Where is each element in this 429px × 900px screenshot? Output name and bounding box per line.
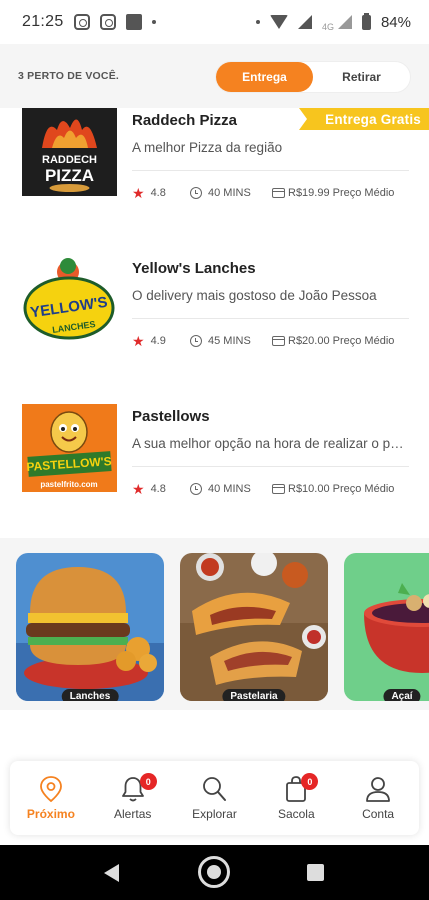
star-icon: ★ xyxy=(132,333,145,349)
restaurant-description: A melhor Pizza da região xyxy=(132,140,283,155)
bottom-navigation: Próximo 0 Alertas Explorar 0 Sacola Cont… xyxy=(10,761,419,835)
instagram-icon xyxy=(99,14,116,30)
category-label: Pastelaria xyxy=(222,689,286,701)
category-label: Açaí xyxy=(383,689,421,701)
search-icon xyxy=(203,777,227,801)
network-type: 4G xyxy=(321,22,334,32)
average-price: R$10.00 Preço Médio xyxy=(288,483,395,495)
restaurant-card[interactable]: PASTELLOW'S pastelfrito.com Pastellows A… xyxy=(0,404,429,504)
wallet-icon xyxy=(272,188,285,198)
category-carousel[interactable]: Lanches Pastelaria Açaí xyxy=(0,538,429,710)
status-bar: 21:25 4G 84% xyxy=(0,0,429,44)
logo-text: pastelfrito.com xyxy=(40,480,97,489)
logo-text: RADDECH xyxy=(42,154,97,166)
category-lanches[interactable]: Lanches xyxy=(16,553,164,701)
restaurant-name: Raddech Pizza xyxy=(132,112,238,129)
wifi-icon xyxy=(269,15,288,29)
wallet-icon xyxy=(272,336,285,346)
restaurant-name: Yellow's Lanches xyxy=(132,260,256,277)
nav-label: Explorar xyxy=(192,807,237,821)
category-label: Lanches xyxy=(61,689,119,701)
restaurant-logo: YELLOW'S LANCHES xyxy=(22,256,117,344)
delivery-mode-toggle[interactable]: Entrega Retirar xyxy=(215,61,411,93)
status-time: 21:25 xyxy=(22,13,64,30)
category-pastelaria[interactable]: Pastelaria xyxy=(180,553,328,701)
free-delivery-badge: Entrega Gratis xyxy=(299,108,429,130)
nav-label: Próximo xyxy=(26,807,75,821)
clock-icon xyxy=(190,335,202,347)
rating: 4.8 xyxy=(150,483,166,495)
system-navigation-bar xyxy=(0,845,429,900)
nav-alertas[interactable]: 0 Alertas xyxy=(92,761,174,835)
battery-percent: 84% xyxy=(380,13,411,31)
location-pin-icon xyxy=(39,776,62,803)
restaurant-meta: ★ 4.9 45 MINS R$20.00 Preço Médio xyxy=(132,334,422,348)
wallet-icon xyxy=(272,484,285,494)
nav-proximo[interactable]: Próximo xyxy=(10,761,92,835)
restaurant-description: O delivery mais gostoso de João Pessoa xyxy=(132,288,377,303)
delivery-time: 40 MINS xyxy=(208,187,251,199)
delivery-time: 45 MINS xyxy=(208,335,251,347)
user-icon xyxy=(366,777,390,802)
nearby-count-label: 3 PERTO DE VOCÊ. xyxy=(18,70,120,82)
app-notification-icon xyxy=(125,14,142,30)
star-icon: ★ xyxy=(132,185,145,201)
delivery-time: 40 MINS xyxy=(208,483,251,495)
nav-label: Sacola xyxy=(277,807,315,821)
divider xyxy=(132,318,409,319)
rating: 4.9 xyxy=(150,335,166,347)
battery-icon xyxy=(361,12,371,30)
notification-badge: 0 xyxy=(139,773,157,790)
instagram-icon xyxy=(73,14,90,30)
header: 3 PERTO DE VOCÊ. Entrega Retirar xyxy=(0,44,429,108)
dot-icon xyxy=(255,20,260,24)
restaurant-name: Pastellows xyxy=(132,408,210,425)
nav-label: Alertas xyxy=(114,807,152,821)
back-icon[interactable] xyxy=(104,864,119,882)
category-acai[interactable]: Açaí xyxy=(344,553,429,701)
restaurant-description: A sua melhor opção na hora de realizar o… xyxy=(132,436,409,451)
delivery-option[interactable]: Entrega xyxy=(216,62,313,92)
nav-label: Conta xyxy=(362,807,395,821)
restaurant-meta: ★ 4.8 40 MINS R$19.99 Preço Médio xyxy=(132,186,422,200)
restaurant-card[interactable]: YELLOW'S LANCHES Yellow's Lanches O deli… xyxy=(0,256,429,356)
nav-conta[interactable]: Conta xyxy=(337,761,419,835)
clock-icon xyxy=(190,187,202,199)
more-notifications-icon xyxy=(151,20,156,24)
home-icon[interactable] xyxy=(198,856,230,888)
signal-icon xyxy=(297,15,312,29)
average-price: R$20.00 Preço Médio xyxy=(288,335,395,347)
signal-icon xyxy=(337,15,352,29)
divider xyxy=(132,170,409,171)
average-price: R$19.99 Preço Médio xyxy=(288,187,395,199)
divider xyxy=(132,466,409,467)
cart-badge: 0 xyxy=(301,773,319,790)
nav-explorar[interactable]: Explorar xyxy=(174,761,256,835)
restaurant-logo: RADDECH PIZZA xyxy=(22,108,117,196)
recent-apps-icon[interactable] xyxy=(307,864,324,881)
restaurant-logo: PASTELLOW'S pastelfrito.com xyxy=(22,404,117,492)
clock-icon xyxy=(190,483,202,495)
pickup-option[interactable]: Retirar xyxy=(313,62,410,92)
star-icon: ★ xyxy=(132,481,145,497)
nav-sacola[interactable]: 0 Sacola xyxy=(255,761,337,835)
logo-text: PIZZA xyxy=(45,166,94,185)
restaurant-meta: ★ 4.8 40 MINS R$10.00 Preço Médio xyxy=(132,482,422,496)
rating: 4.8 xyxy=(150,187,166,199)
